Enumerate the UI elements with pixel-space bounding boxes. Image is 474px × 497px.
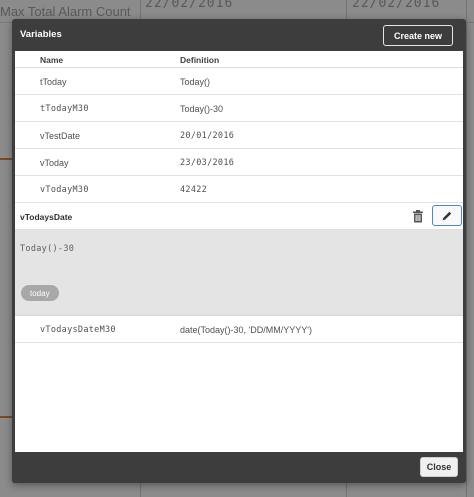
variable-name: tTodayM30 bbox=[40, 104, 89, 114]
dialog-header: Variables Create new bbox=[12, 19, 466, 51]
create-new-button[interactable]: Create new bbox=[383, 25, 453, 46]
close-button[interactable]: Close bbox=[420, 457, 458, 477]
table-row[interactable]: vTodayM30 42422 bbox=[15, 176, 463, 203]
variable-name: vTestDate bbox=[40, 131, 81, 141]
expanded-variable: vTodaysDate Today()-30 today bbox=[15, 203, 463, 316]
trash-icon[interactable] bbox=[410, 208, 426, 224]
variable-tag[interactable]: today bbox=[21, 285, 59, 301]
table-row[interactable]: tToday Today() bbox=[15, 68, 463, 95]
table-row[interactable]: vTodaysDateM30 date(Today()-30, 'DD/MM/Y… bbox=[15, 316, 463, 343]
variable-definition: 42422 bbox=[180, 185, 208, 195]
variable-name: vTodaysDateM30 bbox=[40, 325, 116, 335]
expanded-variable-definition: Today()-30 bbox=[20, 244, 75, 254]
pencil-icon bbox=[442, 211, 452, 220]
table-row[interactable]: vToday 23/03/2016 bbox=[15, 149, 463, 176]
variables-table: Name Definition tToday Today() tTodayM30… bbox=[15, 51, 463, 452]
variable-name: vToday bbox=[40, 158, 69, 168]
variables-dialog: Variables Create new Name Definition tTo… bbox=[12, 19, 466, 483]
variable-definition: Today() bbox=[180, 77, 211, 87]
column-header-name: Name bbox=[40, 55, 64, 65]
variable-definition: 23/03/2016 bbox=[180, 158, 235, 168]
variable-name: tToday bbox=[40, 77, 67, 87]
variable-definition: 20/01/2016 bbox=[180, 131, 235, 141]
expanded-variable-header[interactable]: vTodaysDate bbox=[15, 203, 463, 230]
expanded-variable-details: Today()-30 today bbox=[15, 230, 463, 315]
edit-button[interactable] bbox=[432, 205, 462, 226]
table-header: Name Definition bbox=[15, 51, 463, 68]
dialog-title: Variables bbox=[20, 29, 62, 40]
variable-definition: date(Today()-30, 'DD/MM/YYYY') bbox=[180, 325, 312, 335]
variable-definition: Today()-30 bbox=[180, 104, 224, 114]
dialog-footer: Close bbox=[12, 452, 466, 483]
expanded-variable-name: vTodaysDate bbox=[20, 212, 73, 222]
table-row[interactable]: tTodayM30 Today()-30 bbox=[15, 95, 463, 122]
column-header-definition: Definition bbox=[180, 55, 220, 65]
table-row[interactable]: vTestDate 20/01/2016 bbox=[15, 122, 463, 149]
variable-name: vTodayM30 bbox=[40, 185, 89, 195]
